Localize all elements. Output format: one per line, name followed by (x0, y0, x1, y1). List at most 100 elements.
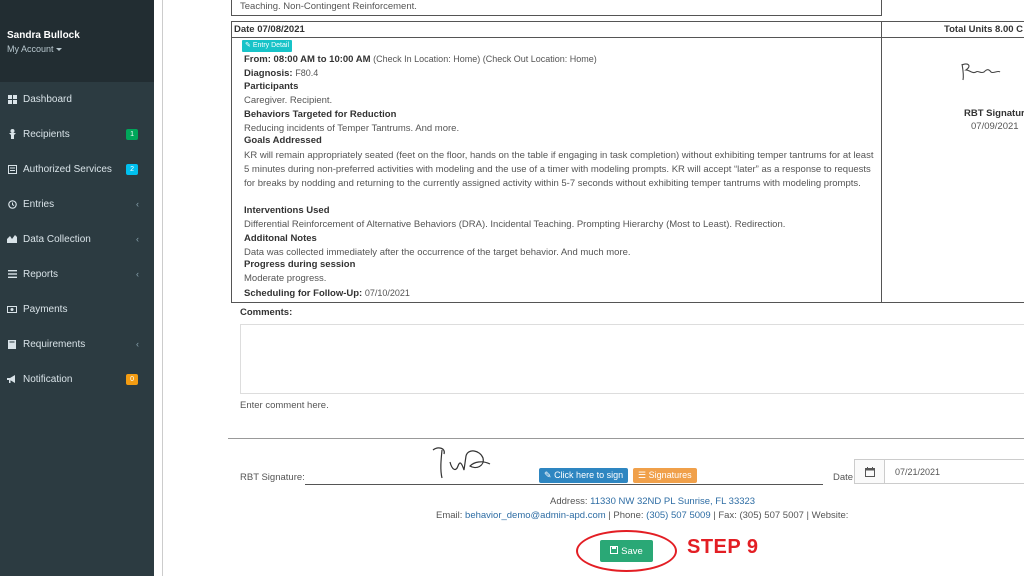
interventions-value: Differential Reinforcement of Alternativ… (244, 219, 786, 230)
diagnosis-line: Diagnosis: F80.4 (244, 67, 318, 80)
fax-website-text: | Fax: (305) 507 5007 | Website: (713, 510, 849, 521)
book-icon (7, 339, 17, 349)
services-icon (7, 164, 17, 174)
table-header-divider (231, 37, 1024, 38)
chevron-left-icon: ‹ (136, 339, 139, 349)
my-account-label[interactable]: My Account (7, 44, 54, 54)
rbt-signature-field-label: RBT Signature: (240, 472, 305, 483)
additional-notes-value: Data was collected immediately after the… (244, 247, 631, 258)
rbt-signature-label: RBT Signature (964, 108, 1024, 119)
rbt-signature-image (961, 63, 1001, 81)
participants-label: Participants (244, 81, 299, 92)
diagnosis-label: Diagnosis: (244, 68, 293, 79)
goals-value: KR will remain appropriately seated (fee… (244, 150, 874, 189)
followup-line: Scheduling for Follow-Up: 07/10/2021 (244, 287, 410, 300)
recipients-icon (7, 129, 17, 139)
sidebar-item-label: Payments (23, 303, 68, 315)
step-annotation: STEP 9 (687, 536, 759, 558)
drawn-signature[interactable] (428, 440, 503, 482)
sidebar-item-label: Entries (23, 198, 55, 210)
chart-icon (7, 234, 17, 244)
signature-line (305, 484, 823, 485)
bullhorn-icon (7, 374, 17, 384)
caret-down-icon (55, 48, 62, 52)
sidebar-item-label: Notification (23, 373, 73, 385)
signatures-label: Signatures (648, 470, 692, 480)
chevron-left-icon: ‹ (136, 269, 139, 279)
sidebar-item-label: Authorized Services (23, 163, 112, 175)
contact-line: Email: behavior_demo@admin-apd.com | Pho… (436, 510, 848, 522)
behaviors-label: Behaviors Targeted for Reduction (244, 109, 397, 120)
calendar-icon[interactable] (855, 460, 885, 483)
recipients-count-badge: 1 (126, 128, 138, 140)
sidebar-item-label: Dashboard (23, 93, 72, 105)
edit-icon: ✎ (544, 470, 552, 480)
sidebar-item-label: Requirements (23, 338, 86, 350)
sidebar-item-label: Data Collection (23, 233, 91, 245)
sidebar-item-notification[interactable]: Notification 0 (0, 369, 154, 389)
followup-value: 07/10/2021 (364, 288, 410, 298)
chevron-left-icon: ‹ (136, 199, 139, 209)
comments-label: Comments: (240, 307, 293, 318)
comments-placeholder: Enter comment here. (240, 400, 329, 411)
content-frame: Teaching. Non-Contingent Reinforcement. … (154, 0, 1024, 576)
sidebar-item-recipients[interactable]: Recipients 1 (0, 124, 154, 144)
phone-link[interactable]: (305) 507 5009 (646, 510, 710, 521)
phone-label: | Phone: (608, 510, 644, 521)
diagnosis-value: F80.4 (295, 68, 319, 78)
signatures-button[interactable]: ☰ Signatures (633, 468, 697, 483)
email-link[interactable]: behavior_demo@admin-apd.com (465, 510, 606, 521)
click-to-sign-label: Click here to sign (554, 470, 624, 480)
date-input[interactable]: 07/21/2021 (854, 459, 1024, 484)
sidebar: Sandra Bullock My Account Dashboard Reci… (0, 0, 154, 576)
from-label: From: 08:00 AM to 10:00 AM (244, 54, 371, 65)
check-locations: (Check In Location: Home) (Check Out Loc… (373, 54, 597, 64)
list-icon (7, 269, 17, 279)
sidebar-item-label: Reports (23, 268, 59, 280)
rbt-signature-date: 07/09/2021 (971, 121, 1019, 132)
entry-date-header: Date 07/08/2021 (234, 24, 305, 35)
session-time: From: 08:00 AM to 10:00 AM (Check In Loc… (244, 53, 597, 66)
click-to-sign-button[interactable]: ✎ Click here to sign (539, 468, 629, 483)
entries-icon (7, 199, 17, 209)
entry-detail-tag[interactable]: ✎ Entry Detail (242, 40, 293, 52)
sidebar-item-dashboard[interactable]: Dashboard (0, 89, 154, 109)
sidebar-item-data-collection[interactable]: Data Collection ‹ (0, 229, 154, 249)
comments-textarea[interactable] (240, 324, 1024, 394)
sidebar-item-payments[interactable]: Payments (0, 299, 154, 319)
behaviors-value: Reducing incidents of Temper Tantrums. A… (244, 123, 460, 134)
sidebar-item-label: Recipients (23, 128, 70, 140)
participants-value: Caregiver. Recipient. (244, 95, 333, 106)
chevron-left-icon: ‹ (136, 234, 139, 244)
user-name: Sandra Bullock (7, 30, 80, 41)
money-icon (7, 304, 17, 314)
entry-detail-label: Entry Detail (252, 42, 290, 49)
sidebar-item-requirements[interactable]: Requirements ‹ (0, 334, 154, 354)
list-icon: ☰ (638, 470, 647, 480)
notification-count-badge: 0 (126, 373, 138, 385)
email-label: Email: (436, 510, 463, 521)
dashboard-icon (7, 94, 17, 104)
document-page: Teaching. Non-Contingent Reinforcement. … (162, 0, 1024, 576)
sidebar-item-reports[interactable]: Reports ‹ (0, 264, 154, 284)
highlight-ellipse (576, 530, 677, 572)
section-divider (228, 438, 1024, 439)
date-value: 07/21/2021 (895, 466, 941, 477)
sidebar-item-entries[interactable]: Entries ‹ (0, 194, 154, 214)
additional-notes-label: Additonal Notes (244, 233, 317, 244)
user-panel: Sandra Bullock My Account (0, 0, 154, 82)
total-units: Total Units 8.00 C (944, 24, 1024, 35)
progress-value: Moderate progress. (244, 273, 327, 284)
progress-label: Progress during session (244, 259, 356, 270)
followup-label: Scheduling for Follow-Up: (244, 288, 363, 299)
address-link[interactable]: 11330 NW 32ND PL Sunrise, FL 33323 (590, 496, 755, 507)
sidebar-item-authorized-services[interactable]: Authorized Services 2 (0, 159, 154, 179)
address-line: Address: 11330 NW 32ND PL Sunrise, FL 33… (550, 496, 755, 508)
services-count-badge: 2 (126, 163, 138, 175)
goals-label: Goals Addressed (244, 135, 322, 146)
edit-icon: ✎ (245, 42, 251, 49)
address-label: Address: (550, 496, 588, 507)
previous-entry-cell (231, 0, 882, 16)
my-account-menu[interactable]: My Account (7, 44, 154, 54)
date-label: Date: (833, 472, 856, 483)
